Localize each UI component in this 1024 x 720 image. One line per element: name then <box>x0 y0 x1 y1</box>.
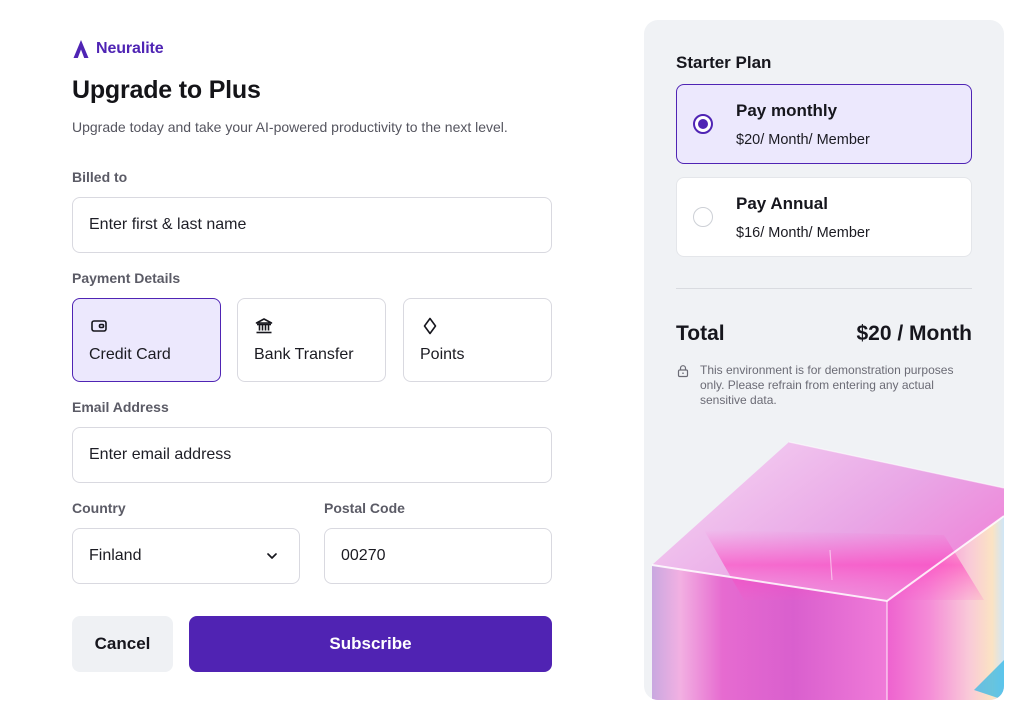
country-value: Finland <box>89 547 142 564</box>
plan-option-annual[interactable]: Pay Annual $16/ Month/ Member <box>676 177 972 257</box>
demo-notice: This environment is for demonstration pu… <box>676 363 976 408</box>
email-field[interactable] <box>89 446 535 464</box>
plan-name: Pay Annual <box>736 194 828 213</box>
neuralite-logo-icon <box>72 39 90 59</box>
chevron-down-icon <box>263 547 281 565</box>
postal-code-field[interactable] <box>341 547 535 565</box>
notice-text: This environment is for demonstration pu… <box>700 363 954 407</box>
cancel-button[interactable]: Cancel <box>72 616 173 672</box>
payment-option-points[interactable]: Points <box>403 298 552 382</box>
bank-icon <box>254 316 274 336</box>
radio-button[interactable] <box>693 114 713 134</box>
radio-button[interactable] <box>693 207 713 227</box>
payment-option-credit-card[interactable]: Credit Card <box>72 298 221 382</box>
total-label: Total <box>676 322 725 345</box>
total-value: $20 / Month <box>856 322 972 345</box>
plan-title: Starter Plan <box>676 53 772 72</box>
postal-code-label: Postal Code <box>324 500 405 516</box>
plan-price: $16/ Month/ Member <box>736 225 870 241</box>
payment-option-label: Credit Card <box>89 346 171 363</box>
order-summary-panel: Starter Plan Pay monthly $20/ Month/ Mem… <box>644 20 1004 700</box>
brand: Neuralite <box>72 39 164 59</box>
lock-icon <box>676 364 690 378</box>
diamond-icon <box>420 316 440 336</box>
wallet-icon <box>89 316 109 336</box>
plan-price: $20/ Month/ Member <box>736 132 870 148</box>
brand-name: Neuralite <box>96 40 164 57</box>
plan-option-monthly[interactable]: Pay monthly $20/ Month/ Member <box>676 84 972 164</box>
email-label: Email Address <box>72 399 169 415</box>
subscribe-button[interactable]: Subscribe <box>189 616 552 672</box>
email-field-wrapper <box>72 427 552 483</box>
page-subtitle: Upgrade today and take your AI-powered p… <box>72 119 508 135</box>
divider <box>676 288 972 289</box>
country-label: Country <box>72 500 126 516</box>
country-select[interactable]: Finland <box>72 528 300 584</box>
plan-name: Pay monthly <box>736 101 838 120</box>
name-field[interactable] <box>89 216 535 234</box>
name-field-wrapper <box>72 197 552 253</box>
decorative-glass-cube-image <box>644 420 1004 700</box>
payment-option-bank-transfer[interactable]: Bank Transfer <box>237 298 386 382</box>
billed-to-label: Billed to <box>72 169 128 185</box>
payment-details-label: Payment Details <box>72 270 181 286</box>
payment-option-label: Bank Transfer <box>254 346 354 363</box>
payment-option-label: Points <box>420 346 465 363</box>
page-title: Upgrade to Plus <box>72 76 261 104</box>
postal-code-wrapper <box>324 528 552 584</box>
